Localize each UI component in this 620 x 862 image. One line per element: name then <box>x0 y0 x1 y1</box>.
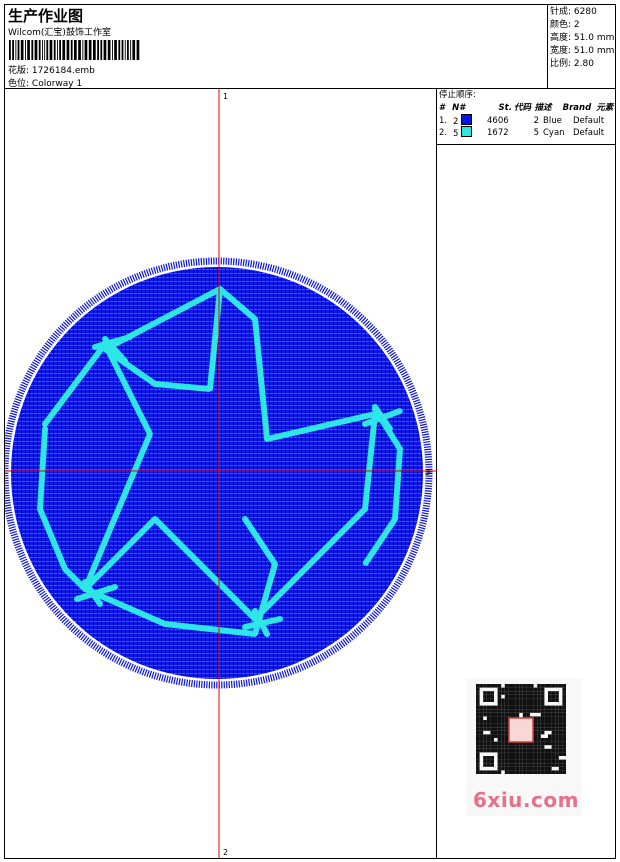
marker-bottom: 2 <box>223 848 228 857</box>
panel-divider <box>437 144 615 145</box>
stitch-count: 针成: 6280 <box>550 7 597 17</box>
color-count: 颜色: 2 <box>550 20 580 30</box>
stats-block: 针成: 6280 颜色: 2 高度: 51.0 mm 宽度: 51.0 mm 比… <box>548 5 615 89</box>
marker-top: 1 <box>223 92 228 101</box>
company-name: Wilcom(汇宝)鼓饰工作室 <box>8 28 111 38</box>
color-swatch-blue <box>461 114 473 125</box>
colorway-row: 色位: Colorway 1 <box>8 76 82 89</box>
color-swatch-cyan <box>461 126 473 137</box>
barcode <box>9 40 140 60</box>
qr-code-image <box>476 684 566 774</box>
design-file-label: 花版: <box>8 66 30 76</box>
stop-row-2: 2. 5 1672 5 Cyan Default <box>439 126 605 139</box>
design-width: 宽度: 51.0 mm <box>550 46 615 56</box>
preview-svg: 1 2 3 <box>1 89 437 858</box>
marker-right: 3 <box>425 468 430 477</box>
colorway-value: Colorway 1 <box>31 79 83 89</box>
colorway-label: 色位: <box>8 79 30 89</box>
header-block: 生产作业图 Wilcom(汇宝)鼓饰工作室 花版: 1726184.emb 色位… <box>5 5 548 89</box>
design-height: 高度: 51.0 mm <box>550 33 615 43</box>
site-watermark: 6xiu.com <box>473 788 579 812</box>
design-ratio: 比例: 2.80 <box>550 59 594 69</box>
stop-sequence-panel: 停止顺序: # N# St. 代码 描述 Brand 元素 1. 2 4606 … <box>437 89 615 139</box>
embroidery-preview: 1 2 3 <box>1 89 437 858</box>
stop-sequence-title: 停止顺序: <box>439 90 476 100</box>
design-file-value: 1726184.emb <box>31 66 95 76</box>
design-file-row: 花版: 1726184.emb <box>8 63 95 76</box>
sheet-title: 生产作业图 <box>8 7 84 25</box>
